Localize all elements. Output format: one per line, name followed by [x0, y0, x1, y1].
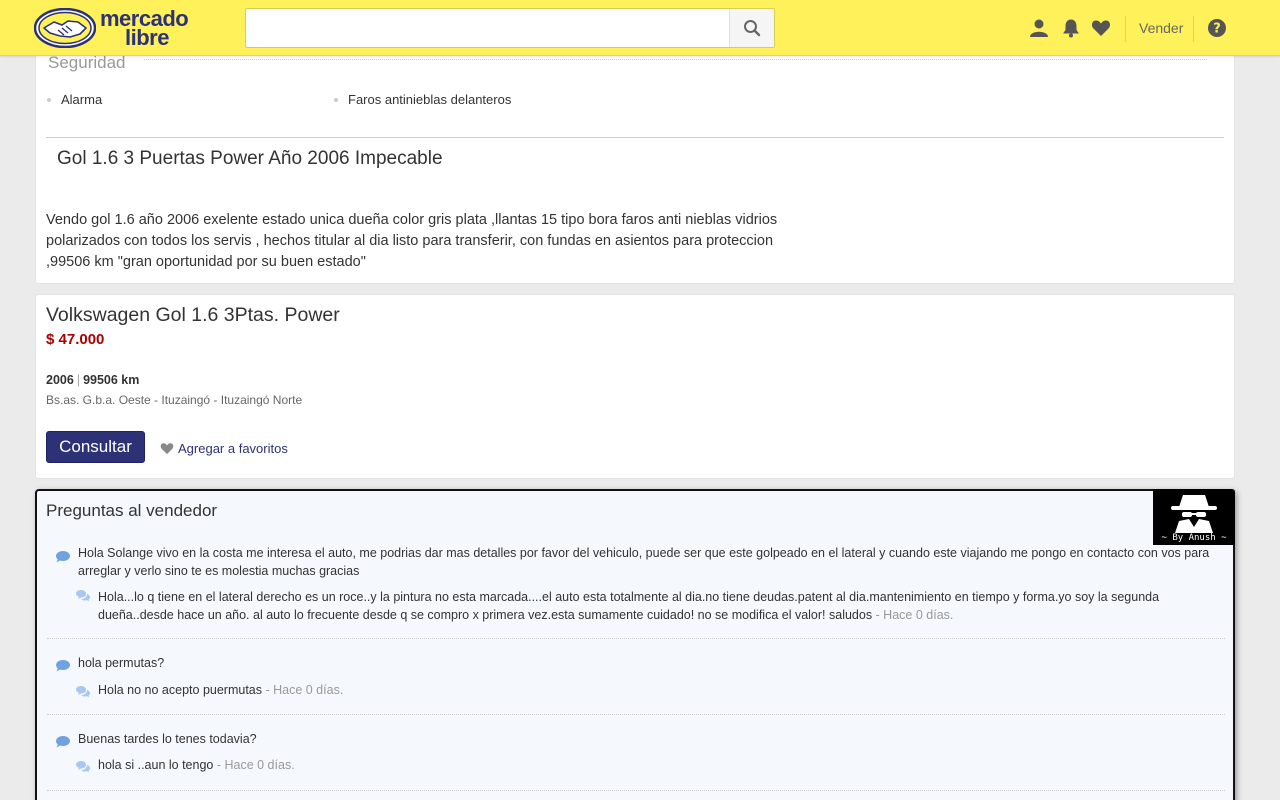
mercadolibre-logo[interactable]: mercado libre	[34, 8, 204, 50]
item-year: 2006	[46, 373, 74, 387]
heart-icon	[160, 443, 174, 455]
qa-item: Buenas tardes lo tenes todavia? hola si …	[47, 715, 1225, 791]
description-title: Gol 1.6 3 Puertas Power Año 2006 Impecab…	[57, 148, 443, 169]
header-divider	[1193, 16, 1194, 42]
description-divider	[46, 137, 1224, 138]
qa-item: hola permutas? Hola no no acepto puermut…	[47, 639, 1225, 715]
handshake-logo-icon	[34, 8, 96, 48]
questions-title: Preguntas al vendedor	[46, 501, 218, 520]
user-icon[interactable]	[1029, 18, 1049, 38]
heart-icon[interactable]	[1091, 18, 1111, 38]
answer-body: hola si ..aun lo tengo	[98, 758, 214, 772]
header-divider	[1125, 16, 1126, 42]
meta-separator: |	[76, 373, 81, 387]
answer-bubble-icon	[76, 761, 90, 773]
feature-item: Faros antinieblas delanteros	[333, 92, 512, 107]
question-text: Buenas tardes lo tenes todavia?	[78, 732, 257, 746]
top-header: mercado libre Vender ?	[0, 0, 1280, 56]
svg-text:?: ?	[1213, 22, 1221, 37]
item-km: 99506 km	[83, 373, 140, 387]
search-icon	[744, 20, 761, 37]
item-location: Bs.as. G.b.a. Oeste - Ituzaingó - Ituzai…	[46, 393, 303, 407]
answer-text: Hola...lo q tiene en el lateral derecho …	[98, 589, 1223, 624]
qa-item: Hola Solange vivo en la costa me interes…	[47, 543, 1225, 639]
vender-link[interactable]: Vender	[1139, 20, 1183, 36]
search-button[interactable]	[729, 9, 774, 47]
add-to-favorites-link[interactable]: Agregar a favoritos	[160, 441, 288, 456]
question-bubble-icon	[56, 660, 70, 672]
bell-icon[interactable]	[1061, 18, 1081, 38]
question-text: Hola Solange vivo en la costa me interes…	[78, 546, 1210, 578]
question-bubble-icon	[56, 551, 70, 563]
description-card: Seguridad Alarma Faros antinieblas delan…	[35, 40, 1235, 284]
question-text: hola permutas?	[78, 656, 165, 670]
feature-item: Alarma	[46, 92, 103, 107]
answer-body: Hola no no acepto puermutas	[98, 683, 262, 697]
item-meta: 2006 | 99506 km	[46, 373, 139, 387]
answer-bubble-icon	[76, 686, 90, 698]
answer-timestamp: - Hace 0 días.	[872, 607, 954, 622]
consultar-button[interactable]: Consultar	[46, 431, 145, 463]
description-body: Vendo gol 1.6 año 2006 exelente estado u…	[46, 212, 778, 270]
item-summary-card: Volkswagen Gol 1.6 3Ptas. Power $ 47.000…	[35, 294, 1235, 479]
answer-timestamp: - Hace 0 días.	[213, 758, 295, 772]
item-title: Volkswagen Gol 1.6 3Ptas. Power	[46, 304, 340, 326]
spy-avatar-badge: ~ By Anush ~	[1153, 489, 1235, 545]
section-divider	[144, 59, 1207, 60]
logo-wordmark: mercado libre	[100, 8, 189, 49]
section-title: Seguridad	[48, 53, 126, 72]
search-input[interactable]	[246, 9, 730, 47]
answer-timestamp: - Hace 0 días.	[262, 683, 344, 697]
spy-icon	[1171, 495, 1217, 533]
search-box	[245, 8, 775, 48]
question-bubble-icon	[56, 736, 70, 748]
item-price: $ 47.000	[46, 331, 105, 348]
help-icon[interactable]: ?	[1207, 18, 1227, 38]
answer-text: Hola no no acepto puermutas - Hace 0 día…	[98, 682, 343, 700]
answer-bubble-icon	[76, 590, 90, 602]
questions-card: Preguntas al vendedor ~ By Anush ~ Hola …	[35, 489, 1235, 800]
badge-caption: ~ By Anush ~	[1161, 533, 1227, 543]
answer-text: hola si ..aun lo tengo - Hace 0 días.	[98, 757, 295, 775]
favorite-label: Agregar a favoritos	[178, 441, 288, 456]
answer-body: Hola...lo q tiene en el lateral derecho …	[98, 590, 1160, 622]
